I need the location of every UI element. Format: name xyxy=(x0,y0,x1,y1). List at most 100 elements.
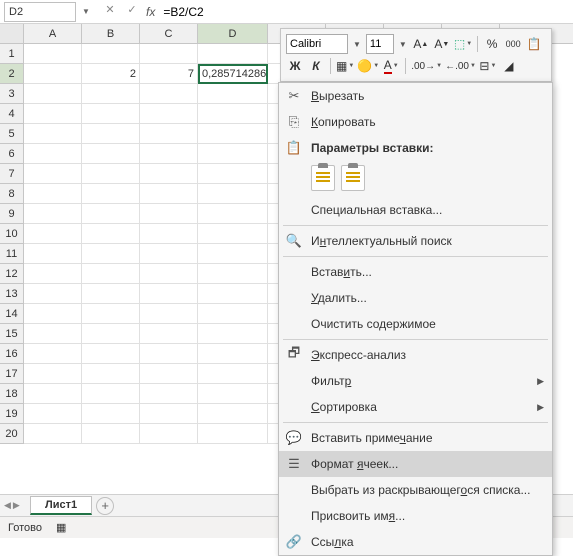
cell-A11[interactable] xyxy=(24,244,82,264)
font-family-input[interactable] xyxy=(286,34,348,54)
macro-record-icon[interactable]: ▦ xyxy=(56,521,66,534)
cell-A2[interactable] xyxy=(24,64,82,84)
cell-A18[interactable] xyxy=(24,384,82,404)
row-header-14[interactable]: 14 xyxy=(0,304,24,324)
cell-D14[interactable] xyxy=(198,304,268,324)
ctx-copy[interactable]: ⎘ Копировать xyxy=(279,109,552,135)
italic-button[interactable]: К xyxy=(307,56,325,76)
font-size-input[interactable] xyxy=(366,34,394,54)
ctx-hyperlink[interactable]: 🔗 Ссылка xyxy=(279,529,552,555)
cell-B14[interactable] xyxy=(82,304,140,324)
row-header-2[interactable]: 2 xyxy=(0,64,24,84)
cell-C9[interactable] xyxy=(140,204,198,224)
cell-D5[interactable] xyxy=(198,124,268,144)
nav-next-icon[interactable]: ▶ xyxy=(13,500,20,511)
cell-C7[interactable] xyxy=(140,164,198,184)
cell-A10[interactable] xyxy=(24,224,82,244)
row-header-15[interactable]: 15 xyxy=(0,324,24,344)
cell-A4[interactable] xyxy=(24,104,82,124)
cell-B18[interactable] xyxy=(82,384,140,404)
cell-D1[interactable] xyxy=(198,44,268,64)
row-header-9[interactable]: 9 xyxy=(0,204,24,224)
row-header-13[interactable]: 13 xyxy=(0,284,24,304)
row-header-11[interactable]: 11 xyxy=(0,244,24,264)
cell-A12[interactable] xyxy=(24,264,82,284)
nav-prev-icon[interactable]: ◀ xyxy=(4,500,11,511)
row-header-6[interactable]: 6 xyxy=(0,144,24,164)
cell-C1[interactable] xyxy=(140,44,198,64)
cell-C5[interactable] xyxy=(140,124,198,144)
cell-A14[interactable] xyxy=(24,304,82,324)
cell-D18[interactable] xyxy=(198,384,268,404)
increase-font-icon[interactable]: A▲ xyxy=(412,34,430,54)
cell-D8[interactable] xyxy=(198,184,268,204)
row-header-17[interactable]: 17 xyxy=(0,364,24,384)
cell-D12[interactable] xyxy=(198,264,268,284)
cell-B9[interactable] xyxy=(82,204,140,224)
cell-A16[interactable] xyxy=(24,344,82,364)
cell-B2[interactable]: 2 xyxy=(82,64,140,84)
add-sheet-button[interactable]: + xyxy=(96,497,114,515)
cell-A9[interactable] xyxy=(24,204,82,224)
cell-B20[interactable] xyxy=(82,424,140,444)
name-box-dropdown-icon[interactable]: ▼ xyxy=(80,7,92,16)
cell-A6[interactable] xyxy=(24,144,82,164)
row-header-16[interactable]: 16 xyxy=(0,344,24,364)
cell-B19[interactable] xyxy=(82,404,140,424)
cell-A7[interactable] xyxy=(24,164,82,184)
row-header-18[interactable]: 18 xyxy=(0,384,24,404)
ctx-cut[interactable]: ✂ Вырезать xyxy=(279,83,552,109)
ctx-define-name[interactable]: Присвоить имя... xyxy=(279,503,552,529)
ctx-quick-analysis[interactable]: 🗗 Экспресс-анализ xyxy=(279,342,552,368)
cell-D20[interactable] xyxy=(198,424,268,444)
cell-D9[interactable] xyxy=(198,204,268,224)
formula-input[interactable] xyxy=(159,2,569,22)
ctx-clear[interactable]: Очистить содержимое xyxy=(279,311,552,337)
cell-B10[interactable] xyxy=(82,224,140,244)
cell-D2[interactable]: 0,285714286 xyxy=(198,64,268,84)
cell-A20[interactable] xyxy=(24,424,82,444)
cell-D6[interactable] xyxy=(198,144,268,164)
cell-C17[interactable] xyxy=(140,364,198,384)
cell-C15[interactable] xyxy=(140,324,198,344)
cell-C18[interactable] xyxy=(140,384,198,404)
cell-D17[interactable] xyxy=(198,364,268,384)
cell-B5[interactable] xyxy=(82,124,140,144)
cell-D4[interactable] xyxy=(198,104,268,124)
cell-A15[interactable] xyxy=(24,324,82,344)
accept-formula-icon[interactable]: ✓ xyxy=(124,3,140,21)
row-header-7[interactable]: 7 xyxy=(0,164,24,184)
cell-C19[interactable] xyxy=(140,404,198,424)
cell-C10[interactable] xyxy=(140,224,198,244)
cell-B13[interactable] xyxy=(82,284,140,304)
clear-format-icon[interactable]: ◢ xyxy=(500,56,518,76)
col-header-D[interactable]: D xyxy=(198,24,268,43)
row-header-12[interactable]: 12 xyxy=(0,264,24,284)
ctx-smart-lookup[interactable]: 🔍 Интеллектуальный поиск xyxy=(279,228,552,254)
ctx-filter[interactable]: Фильтр ▶ xyxy=(279,368,552,394)
cell-C4[interactable] xyxy=(140,104,198,124)
cell-A8[interactable] xyxy=(24,184,82,204)
cell-C14[interactable] xyxy=(140,304,198,324)
cell-D10[interactable] xyxy=(198,224,268,244)
cell-A3[interactable] xyxy=(24,84,82,104)
cell-A5[interactable] xyxy=(24,124,82,144)
cell-C12[interactable] xyxy=(140,264,198,284)
format-painter-icon[interactable]: 📋 xyxy=(525,34,543,54)
row-header-20[interactable]: 20 xyxy=(0,424,24,444)
fx-icon[interactable]: fx xyxy=(146,5,155,19)
font-dropdown-icon[interactable]: ▼ xyxy=(351,40,363,49)
cell-B12[interactable] xyxy=(82,264,140,284)
cell-A1[interactable] xyxy=(24,44,82,64)
comma-format-button[interactable]: 000 xyxy=(504,34,522,54)
cell-C3[interactable] xyxy=(140,84,198,104)
cell-C8[interactable] xyxy=(140,184,198,204)
row-header-3[interactable]: 3 xyxy=(0,84,24,104)
cell-C20[interactable] xyxy=(140,424,198,444)
row-header-8[interactable]: 8 xyxy=(0,184,24,204)
cell-D3[interactable] xyxy=(198,84,268,104)
row-header-19[interactable]: 19 xyxy=(0,404,24,424)
cell-D19[interactable] xyxy=(198,404,268,424)
ctx-insert[interactable]: Вставить... xyxy=(279,259,552,285)
row-header-1[interactable]: 1 xyxy=(0,44,24,64)
